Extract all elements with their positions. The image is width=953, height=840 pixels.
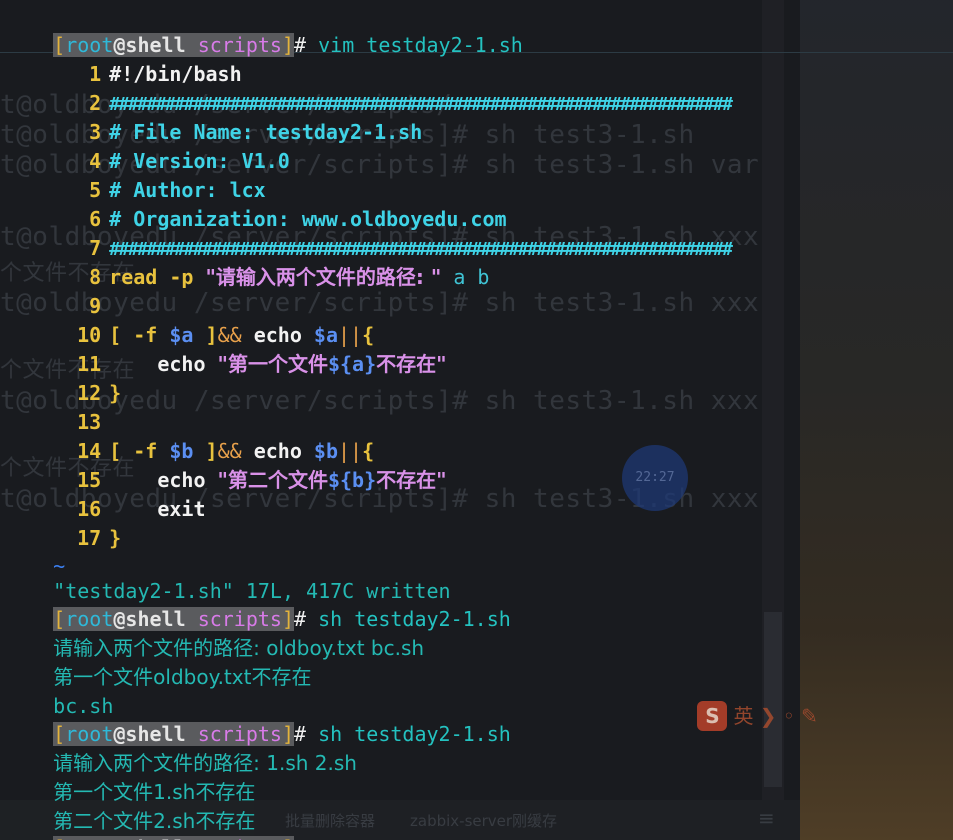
output-line: 第一个文件1.sh不存在 <box>53 780 256 804</box>
editor-line-14: 14[ -f $b ]&& echo $b||{ <box>5 409 374 463</box>
editor-line-12: 12} <box>5 351 121 405</box>
editor-line-16: 16 exit <box>5 467 205 521</box>
vim-status-line: "testday2-1.sh" 17L, 417C written <box>53 579 451 603</box>
editor-line-4: 4 # Version: V1.0 <box>5 119 290 173</box>
editor-line-11: 11 echo "第一个文件${a}不存在" <box>5 322 446 376</box>
editor-line-1: 1 #!/bin/bash <box>5 32 242 86</box>
editor-line-15: 15 echo "第二个文件${b}不存在" <box>5 438 446 492</box>
prompt-line[interactable]: [root@shell scripts]# <box>5 806 306 840</box>
editor-line-7: 7 #######################################… <box>5 206 733 260</box>
editor-line-5: 5 # Author: lcx <box>5 148 266 202</box>
editor-tilde: ~ <box>53 554 66 578</box>
output-line: 第二个文件2.sh不存在 <box>53 809 256 833</box>
editor-line-6: 6 # Organization: www.oldboyedu.com <box>5 177 506 231</box>
prompt-line: [root@shell scripts]# sh testday2-1.sh <box>53 607 511 631</box>
output-line: 请输入两个文件的路径: 1.sh 2.sh <box>53 751 357 775</box>
prompt: [root@shell scripts] <box>53 836 295 840</box>
editor-line-17: 17} <box>5 496 121 550</box>
terminal[interactable]: [root@shell scripts]# vim testday2-1.sh … <box>0 0 953 840</box>
editor-line-8: 8 read -p "请输入两个文件的路径: " a b <box>5 235 489 289</box>
prompt-line: [root@shell scripts]# sh testday2-1.sh <box>53 722 511 746</box>
command-text: vim testday2-1.sh <box>306 33 523 57</box>
editor-line-2: 2 #######################################… <box>5 61 733 115</box>
output-line: bc.sh <box>53 694 114 718</box>
editor-line-3: 3 # File Name: testday2-1.sh <box>5 90 422 144</box>
output-line: 请输入两个文件的路径: oldboy.txt bc.sh <box>53 636 425 660</box>
editor-line-9: 9 <box>5 264 109 318</box>
editor-line-13: 13 <box>5 380 109 434</box>
editor-line-10: 10[ -f $a ]&& echo $a||{ <box>5 293 374 347</box>
prompt-line: [root@shell scripts]# vim testday2-1.sh <box>53 33 523 57</box>
output-line: 第一个文件oldboy.txt不存在 <box>53 665 312 689</box>
